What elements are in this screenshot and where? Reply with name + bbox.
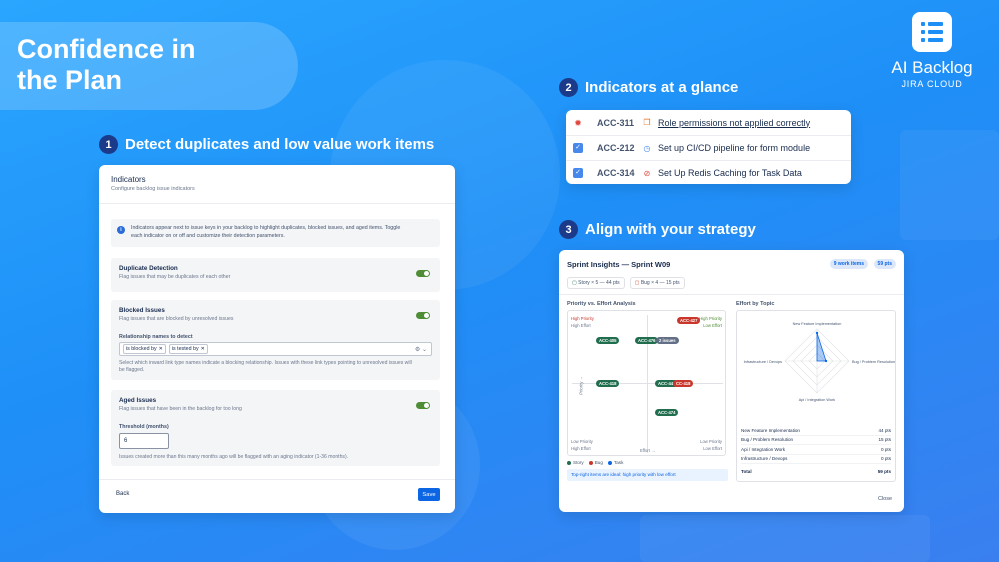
radar-chart: New Feature Implementation Bug / Problem… — [744, 322, 895, 402]
blocked-icon: ⊘ — [643, 168, 651, 178]
issue-tag[interactable]: ACC-474 — [655, 409, 679, 416]
blocked-help: Select which inward link type names indi… — [119, 360, 412, 373]
back-button[interactable]: Back — [116, 491, 129, 497]
story-icon: ▢ — [572, 280, 577, 286]
bug-icon: ✹ — [574, 117, 582, 128]
issue-tag[interactable]: 2 issues — [656, 337, 679, 344]
chevron-down-icon[interactable]: ⌄ — [422, 347, 427, 353]
panel-subtitle: Configure backlog issue indicators — [111, 186, 195, 192]
brand-name: AI Backlog — [891, 58, 973, 77]
bg-decoration — [640, 515, 930, 562]
radar-area — [816, 332, 827, 362]
insights-title: Sprint Insights — Sprint W09 — [567, 260, 671, 269]
remove-icon[interactable]: ✕ — [201, 346, 205, 352]
radar-point — [824, 359, 828, 363]
issue-tag[interactable]: ACC-405 — [596, 337, 620, 344]
relationship-select[interactable]: is blocked by ✕ is tested by ✕ ⚙ ⌄ — [119, 342, 432, 356]
brand-sub: JIRA CLOUD — [901, 79, 963, 89]
task-icon: ✓ — [573, 168, 583, 178]
bug-legend-dot — [588, 460, 593, 465]
list-icon — [912, 12, 952, 52]
radar-label: New Feature Implementation — [793, 322, 842, 326]
radar-label: Bug / Problem Resolution — [852, 360, 895, 364]
tip-banner: Top-right items are ideal: high priority… — [567, 469, 728, 481]
story-badge: ▢ Story × 5 — 44 pts — [567, 277, 625, 289]
indicator-list: ✹ ACC-311 ❐ Role permissions not applied… — [566, 110, 851, 184]
matrix-legend: Story Bug Task — [567, 460, 623, 465]
chip[interactable]: is tested by ✕ — [168, 344, 208, 354]
story-legend-dot — [567, 460, 571, 465]
duplicate-section: Duplicate Detection Flag issues that may… — [111, 258, 440, 292]
chip[interactable]: is blocked by ✕ — [123, 344, 166, 354]
duplicate-icon: ❐ — [643, 118, 651, 127]
list-item[interactable]: ✹ ACC-311 ❐ Role permissions not applied… — [566, 110, 851, 135]
table-row: Bug / Problem Resolution 15 pts — [741, 436, 891, 445]
bug-icon: ▢ — [634, 280, 640, 286]
info-banner: i Indicators appear next to issue keys i… — [111, 219, 440, 247]
brand: AI Backlog JIRA CLOUD — [877, 12, 987, 89]
bug-badge: ▢ Bug × 4 — 15 pts — [629, 277, 685, 289]
indicators-panel: Indicators Configure backlog issue indic… — [99, 165, 455, 513]
priority-effort-matrix: High Priority High Effort High Priority … — [567, 310, 726, 456]
topic-title: Effort by Topic — [736, 301, 775, 307]
matrix-title: Priority vs. Effort Analysis — [567, 301, 636, 307]
table-row: New Feature Implementation 44 pts — [741, 426, 891, 436]
hero-title: Confidence in the Plan — [17, 34, 196, 95]
task-legend-dot — [607, 460, 612, 465]
threshold-input[interactable]: 6 — [119, 433, 169, 449]
table-row: Infrastructure / Devops 0 pts — [741, 455, 891, 464]
panel-title: Indicators — [111, 175, 146, 184]
radar-point — [815, 331, 819, 335]
topic-table: New Feature Implementation 44 pts Bug / P… — [741, 426, 891, 477]
issue-tag[interactable]: ACC-427 — [677, 317, 701, 324]
issue-tag[interactable]: ACC-476 — [635, 337, 659, 344]
points-pill: 59 pts — [873, 259, 896, 269]
issue-tag[interactable]: ACC-418 — [596, 380, 620, 387]
effort-by-topic: New Feature Implementation Bug / Problem… — [736, 310, 896, 482]
bg-decoration — [900, 130, 999, 240]
settings-icon[interactable]: ⚙ — [415, 347, 420, 353]
list-item[interactable]: ✓ ACC-314 ⊘ Set Up Redis Caching for Tas… — [566, 160, 851, 185]
table-row-total: Total 59 pts — [741, 469, 891, 475]
blocked-section: Blocked Issues Flag issues that are bloc… — [111, 300, 440, 380]
sprint-insights-panel: Sprint Insights — Sprint W09 9 work item… — [559, 250, 904, 512]
issue-tag[interactable]: CC-418 — [673, 380, 694, 387]
close-button[interactable]: Close — [878, 496, 892, 502]
list-item[interactable]: ✓ ACC-212 ◷ Set up CI/CD pipeline for fo… — [566, 135, 851, 160]
step-2: 2 Indicators at a glance — [559, 78, 738, 97]
radar-label: Api / Integration Work — [799, 398, 836, 402]
clock-icon: ◷ — [643, 143, 651, 153]
work-items-pill: 9 work items — [829, 259, 868, 269]
task-icon: ✓ — [573, 143, 583, 153]
step-3: 3 Align with your strategy — [559, 220, 756, 239]
aged-toggle[interactable] — [416, 402, 430, 409]
remove-icon[interactable]: ✕ — [159, 346, 163, 352]
blocked-toggle[interactable] — [416, 312, 430, 319]
table-row: Api / Integration Work 0 pts — [741, 445, 891, 455]
radar-label: Infrastructure / Devops — [744, 360, 783, 364]
duplicate-toggle[interactable] — [416, 270, 430, 277]
step-1: 1 Detect duplicates and low value work i… — [99, 135, 434, 154]
info-icon: i — [117, 226, 125, 234]
save-button[interactable]: Save — [418, 488, 440, 501]
aged-section: Aged Issues Flag issues that have been i… — [111, 390, 440, 466]
